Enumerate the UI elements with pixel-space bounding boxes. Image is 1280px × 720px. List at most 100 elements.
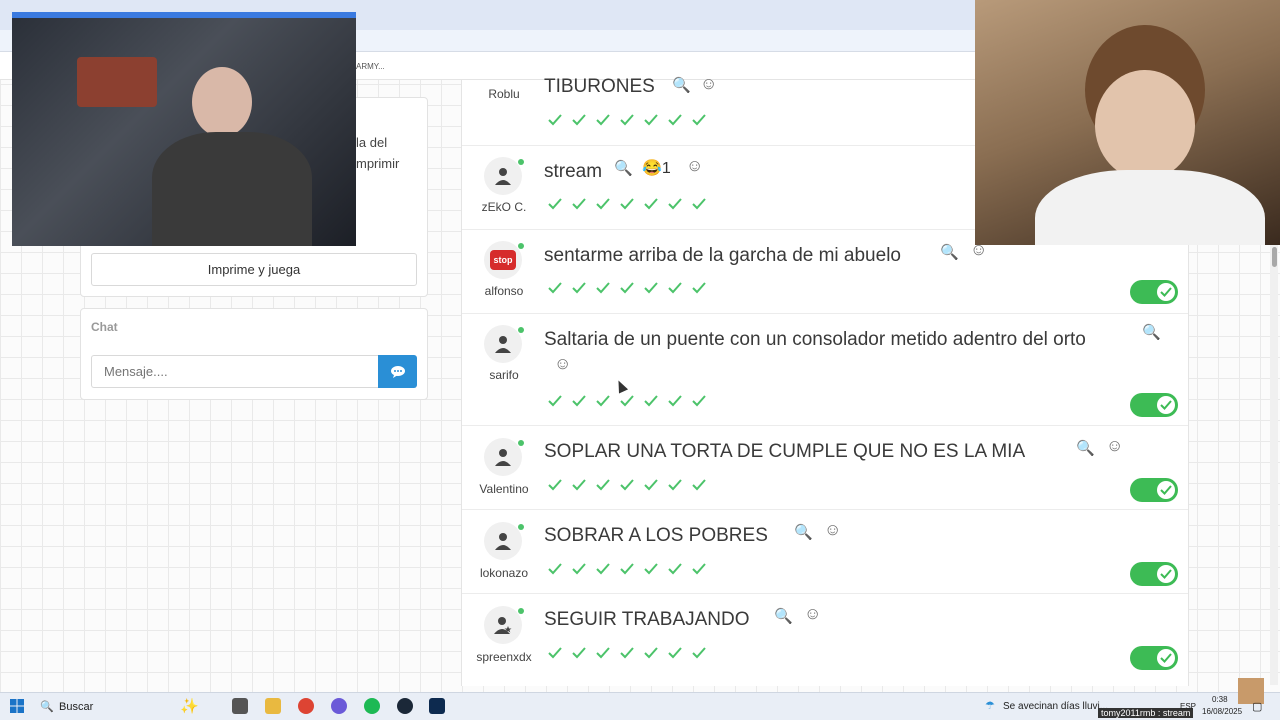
taskbar-search[interactable]: Buscar (59, 701, 93, 713)
answer-text: SEGUIR TRABAJANDO (544, 609, 750, 630)
check-icon (547, 477, 563, 493)
approve-toggle[interactable] (1130, 393, 1178, 417)
windows-start-icon[interactable] (9, 698, 25, 714)
check-row (547, 196, 707, 212)
list-item: Valentino SOPLAR UNA TORTA DE CUMPLE QUE… (462, 426, 1188, 510)
task-view-icon[interactable] (232, 698, 248, 714)
check-icon (571, 280, 587, 296)
add-reaction-icon[interactable]: ☺ (686, 156, 703, 176)
search-icon[interactable]: 🔍 (774, 607, 793, 625)
chat-send-button[interactable] (378, 355, 417, 388)
photoshop-icon[interactable] (429, 698, 445, 714)
search-icon[interactable]: 🔍 (614, 159, 633, 177)
check-icon (547, 280, 563, 296)
check-icon (547, 112, 563, 128)
check-icon (547, 645, 563, 661)
language-indicator[interactable]: ESP (1180, 702, 1196, 711)
check-icon (691, 645, 707, 661)
add-reaction-icon[interactable]: ☺ (1106, 436, 1123, 456)
search-icon[interactable]: 🔍 (672, 76, 691, 94)
answer-text: sentarme arriba de la garcha de mi abuel… (544, 245, 901, 266)
answer-text: TIBURONES (544, 76, 655, 97)
toggle-knob (1157, 481, 1175, 499)
check-icon (643, 477, 659, 493)
check-icon (667, 561, 683, 577)
check-icon (571, 393, 587, 409)
approve-toggle[interactable] (1130, 478, 1178, 502)
chrome-icon[interactable] (298, 698, 314, 714)
app-icon[interactable] (331, 698, 347, 714)
username: zEkO C. (481, 200, 527, 214)
search-icon[interactable]: 🔍 (1076, 439, 1095, 457)
approve-toggle[interactable] (1130, 562, 1178, 586)
check-icon (667, 112, 683, 128)
online-indicator (518, 440, 524, 446)
check-icon (619, 477, 635, 493)
check-row (547, 645, 707, 661)
chat-bubble-icon (390, 365, 405, 378)
online-indicator (518, 608, 524, 614)
username: lokonazo (479, 566, 529, 580)
username: sarifo (489, 368, 519, 382)
check-icon (547, 561, 563, 577)
chat-message-input[interactable] (91, 355, 379, 388)
check-icon (667, 196, 683, 212)
scrollbar-thumb[interactable] (1272, 247, 1277, 267)
weather-text[interactable]: Se avecinan días lluvi... (1003, 701, 1108, 712)
check-icon (691, 280, 707, 296)
add-reaction-icon[interactable]: ☺ (804, 604, 821, 624)
avatar (484, 522, 522, 560)
answer-text: Saltaria de un puente con un consolador … (544, 329, 1086, 350)
check-icon (643, 112, 659, 128)
reaction-count[interactable]: 😂1 (642, 158, 671, 178)
check-icon (547, 393, 563, 409)
check-icon (595, 280, 611, 296)
approve-toggle[interactable] (1130, 646, 1178, 670)
check-row (547, 112, 707, 128)
check-icon (691, 393, 707, 409)
avatar: stop (484, 241, 522, 279)
check-icon (571, 477, 587, 493)
steam-icon[interactable] (397, 698, 413, 714)
add-reaction-icon[interactable]: ☺ (554, 354, 571, 374)
approve-toggle[interactable] (1130, 280, 1178, 304)
bookmark-item[interactable]: ARMY... (356, 62, 385, 71)
add-reaction-icon[interactable]: ☺ (824, 520, 841, 540)
check-icon (619, 112, 635, 128)
spotify-icon[interactable] (364, 698, 380, 714)
clock-time[interactable]: 0:38 (1212, 695, 1228, 704)
add-reaction-icon[interactable]: ☺ (700, 74, 717, 94)
check-icon (643, 196, 659, 212)
print-and-play-button[interactable]: Imprime y juega (91, 253, 417, 286)
webcam-overlay-left (12, 12, 356, 246)
check-icon (571, 112, 587, 128)
panel-text-line-2: mprimir (356, 156, 400, 171)
user-icon (495, 449, 511, 466)
check-icon (595, 196, 611, 212)
search-icon[interactable]: 🔍 (794, 523, 813, 541)
webcam-overlay-right (975, 0, 1280, 245)
chat-title: Chat (91, 320, 118, 334)
check-icon (691, 112, 707, 128)
check-icon (571, 196, 587, 212)
notifications-icon[interactable]: ▢ (1252, 700, 1262, 713)
avatar (484, 606, 522, 644)
search-icon[interactable]: 🔍 (1142, 323, 1161, 341)
file-explorer-icon[interactable] (265, 698, 281, 714)
check-icon (691, 196, 707, 212)
page-scrollbar[interactable] (1270, 245, 1278, 685)
search-icon[interactable]: 🔍 (940, 243, 959, 261)
check-icon (595, 645, 611, 661)
check-row (547, 393, 707, 409)
weather-icon[interactable]: ☂ (985, 699, 995, 712)
check-icon (595, 561, 611, 577)
avatar (484, 438, 522, 476)
username: Valentino (479, 482, 529, 496)
sparkle-icon[interactable]: ✨ (180, 697, 199, 715)
list-item: sarifo Saltaria de un puente con un cons… (462, 314, 1188, 426)
avatar (484, 325, 522, 363)
clock-date[interactable]: 16/08/2025 (1202, 707, 1242, 716)
taskbar-search-icon[interactable]: 🔍 (40, 700, 54, 713)
answer-text: stream (544, 161, 603, 182)
user-star-icon (494, 617, 512, 634)
